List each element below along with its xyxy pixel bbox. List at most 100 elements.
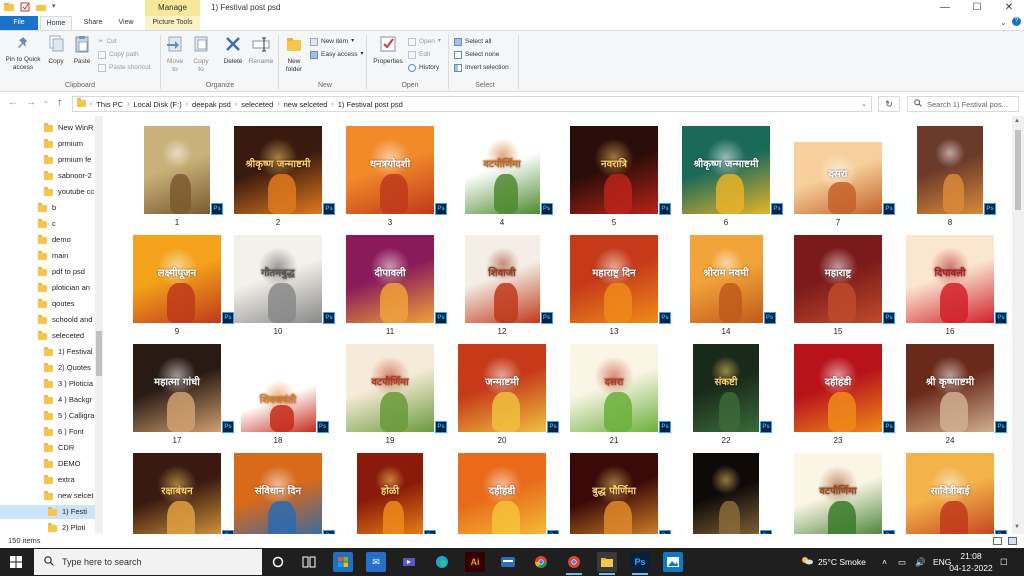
sidebar-item[interactable]: demo xyxy=(38,233,71,247)
file-thumbnail[interactable]: वटपौर्णिमा xyxy=(346,344,434,432)
file-thumbnail[interactable]: दसरा xyxy=(570,344,658,432)
sidebar-item[interactable]: 5 ) Calligra xyxy=(44,409,94,423)
file-name[interactable]: 20 xyxy=(487,436,517,445)
details-view-icon[interactable] xyxy=(993,537,1002,545)
file-thumbnail[interactable]: महाराष्ट्र xyxy=(794,235,882,323)
file-name[interactable]: 14 xyxy=(711,327,741,336)
sidebar-item[interactable]: qoutes xyxy=(38,297,75,311)
paste-shortcut-button[interactable]: Paste shortcut xyxy=(98,63,151,72)
file-name[interactable]: 12 xyxy=(487,327,517,336)
history-button[interactable]: History xyxy=(408,63,439,72)
file-name[interactable]: 4 xyxy=(487,218,517,227)
select-all-button[interactable]: Select all xyxy=(454,37,491,46)
address-bar[interactable]: › This PC › Local Disk (F:) › deepak psd… xyxy=(72,96,872,112)
weather-widget[interactable]: 25°C Smoke xyxy=(800,548,866,576)
sidebar-item[interactable]: b xyxy=(38,201,56,215)
copy-path-button[interactable]: Copy path xyxy=(98,50,139,59)
breadcrumb-deepak-psd[interactable]: deepak psd xyxy=(192,100,231,109)
copy-to-button[interactable]: Copy to xyxy=(190,35,212,74)
new-item-button[interactable]: New item ▾ xyxy=(310,37,354,46)
file-thumbnail[interactable]: वटपौर्णिमा xyxy=(794,453,882,534)
pin-to-quick-access-button[interactable]: Pin to Quick access xyxy=(2,35,44,72)
file-thumbnail[interactable]: दसरा xyxy=(794,142,882,214)
file-thumbnail[interactable]: सावित्रीबाई xyxy=(906,453,994,534)
file-name[interactable]: 8 xyxy=(935,218,965,227)
file-thumbnail[interactable]: लक्ष्मीपूजन xyxy=(133,235,221,323)
sidebar-item[interactable]: c xyxy=(38,217,56,231)
large-icons-view-icon[interactable] xyxy=(1008,537,1017,545)
back-arrow-icon[interactable]: ← xyxy=(8,97,18,108)
breadcrumb-new-selceted[interactable]: new selceted xyxy=(284,100,328,109)
sidebar-item[interactable]: 6 ) Font xyxy=(44,425,84,439)
forward-arrow-icon[interactable]: → xyxy=(26,97,36,108)
sidebar-item[interactable]: plotician an xyxy=(38,281,90,295)
sidebar-item[interactable]: schoold and xyxy=(38,313,92,327)
file-thumbnail[interactable]: होळी xyxy=(357,453,423,534)
photoshop-icon[interactable]: Ps xyxy=(630,552,650,575)
file-name[interactable]: 7 xyxy=(823,218,853,227)
file-name[interactable]: 5 xyxy=(599,218,629,227)
sidebar-item[interactable]: CDR xyxy=(44,441,74,455)
video-app-icon[interactable] xyxy=(399,552,419,572)
sidebar-item[interactable]: pdf to psd xyxy=(38,265,85,279)
scroll-down-icon[interactable]: ▼ xyxy=(1014,524,1020,530)
breadcrumb-this-pc[interactable]: This PC xyxy=(96,100,123,109)
content-scrollbar[interactable]: ▲ ▼ xyxy=(1012,116,1024,534)
file-thumbnail[interactable]: संकष्टी xyxy=(693,344,759,432)
illustrator-icon[interactable]: Ai xyxy=(465,552,485,572)
breadcrumb-local-disk[interactable]: Local Disk (F:) xyxy=(133,100,181,109)
sidebar-item[interactable]: sabnoor-2 xyxy=(44,169,92,183)
sidebar-item[interactable]: prmium xyxy=(44,137,83,151)
file-thumbnail[interactable]: धनत्रयोदशी xyxy=(346,126,434,214)
clock[interactable]: 21:08 04-12-2022 xyxy=(948,548,994,576)
sidebar-item[interactable]: 4 ) Backgr xyxy=(44,393,92,407)
close-button[interactable]: ✕ xyxy=(994,0,1024,16)
sidebar-item[interactable]: main xyxy=(38,249,68,263)
tab-share[interactable]: Share xyxy=(78,16,108,30)
easy-access-button[interactable]: Easy access ▾ xyxy=(310,50,364,59)
sidebar-item[interactable]: 1) Festi xyxy=(0,505,96,519)
file-name[interactable]: 10 xyxy=(263,327,293,336)
file-thumbnail[interactable]: संविधान दिन xyxy=(234,453,322,534)
open-button[interactable]: Open ▾ xyxy=(408,37,441,46)
sidebar-item[interactable]: 1) Festival xyxy=(44,345,93,359)
speaker-icon[interactable]: 🔊 xyxy=(915,548,926,576)
move-to-button[interactable]: Move to xyxy=(164,35,186,74)
scroll-up-icon[interactable]: ▲ xyxy=(1014,118,1020,124)
file-name[interactable]: 15 xyxy=(823,327,853,336)
breadcrumb-seleceted[interactable]: seleceted xyxy=(241,100,273,109)
file-name[interactable]: 16 xyxy=(935,327,965,336)
file-thumbnail[interactable]: शिवजयंती xyxy=(240,372,316,432)
new-folder-quick-icon[interactable] xyxy=(36,2,46,12)
tab-file[interactable]: File xyxy=(0,16,38,30)
tab-home[interactable]: Home xyxy=(40,16,72,30)
file-thumbnail[interactable] xyxy=(693,453,759,534)
sidebar-item[interactable]: prmium fe xyxy=(44,153,91,167)
copy-button[interactable]: Copy xyxy=(44,35,68,66)
breadcrumb-festival-post[interactable]: 1) Festival post psd xyxy=(338,100,403,109)
cortana-icon[interactable] xyxy=(268,552,288,572)
taskbar-search-input[interactable]: Type here to search xyxy=(34,549,262,575)
file-name[interactable]: 3 xyxy=(375,218,405,227)
rename-button[interactable]: Rename xyxy=(248,35,274,66)
file-name[interactable]: 21 xyxy=(599,436,629,445)
chrome-icon[interactable] xyxy=(531,552,551,572)
file-name[interactable]: 13 xyxy=(599,327,629,336)
address-dropdown-icon[interactable]: ⌄ xyxy=(861,100,867,108)
mail-icon[interactable]: ✉ xyxy=(366,552,386,572)
file-thumbnail[interactable]: दीपावली xyxy=(346,235,434,323)
file-name[interactable]: 19 xyxy=(375,436,405,445)
file-name[interactable]: 2 xyxy=(263,218,293,227)
sidebar-item[interactable]: 3 ) Ploticia xyxy=(44,377,93,391)
photos-icon[interactable] xyxy=(663,552,683,572)
file-thumbnail[interactable]: श्रीकृष्ण जन्माष्टमी xyxy=(234,126,322,214)
network-icon[interactable]: ▭ xyxy=(898,548,906,576)
sidebar-item[interactable]: New WinR xyxy=(44,121,93,135)
file-thumbnail[interactable]: बुद्ध पौर्णिमा xyxy=(570,453,658,534)
edge-icon[interactable] xyxy=(432,552,452,572)
file-thumbnail[interactable]: वटपौर्णिमा xyxy=(464,126,540,214)
delete-button[interactable]: Delete xyxy=(220,35,246,66)
file-name[interactable]: 23 xyxy=(823,436,853,445)
notifications-icon[interactable]: ☐ xyxy=(1000,548,1008,576)
chrome-profile-icon[interactable] xyxy=(564,552,584,575)
